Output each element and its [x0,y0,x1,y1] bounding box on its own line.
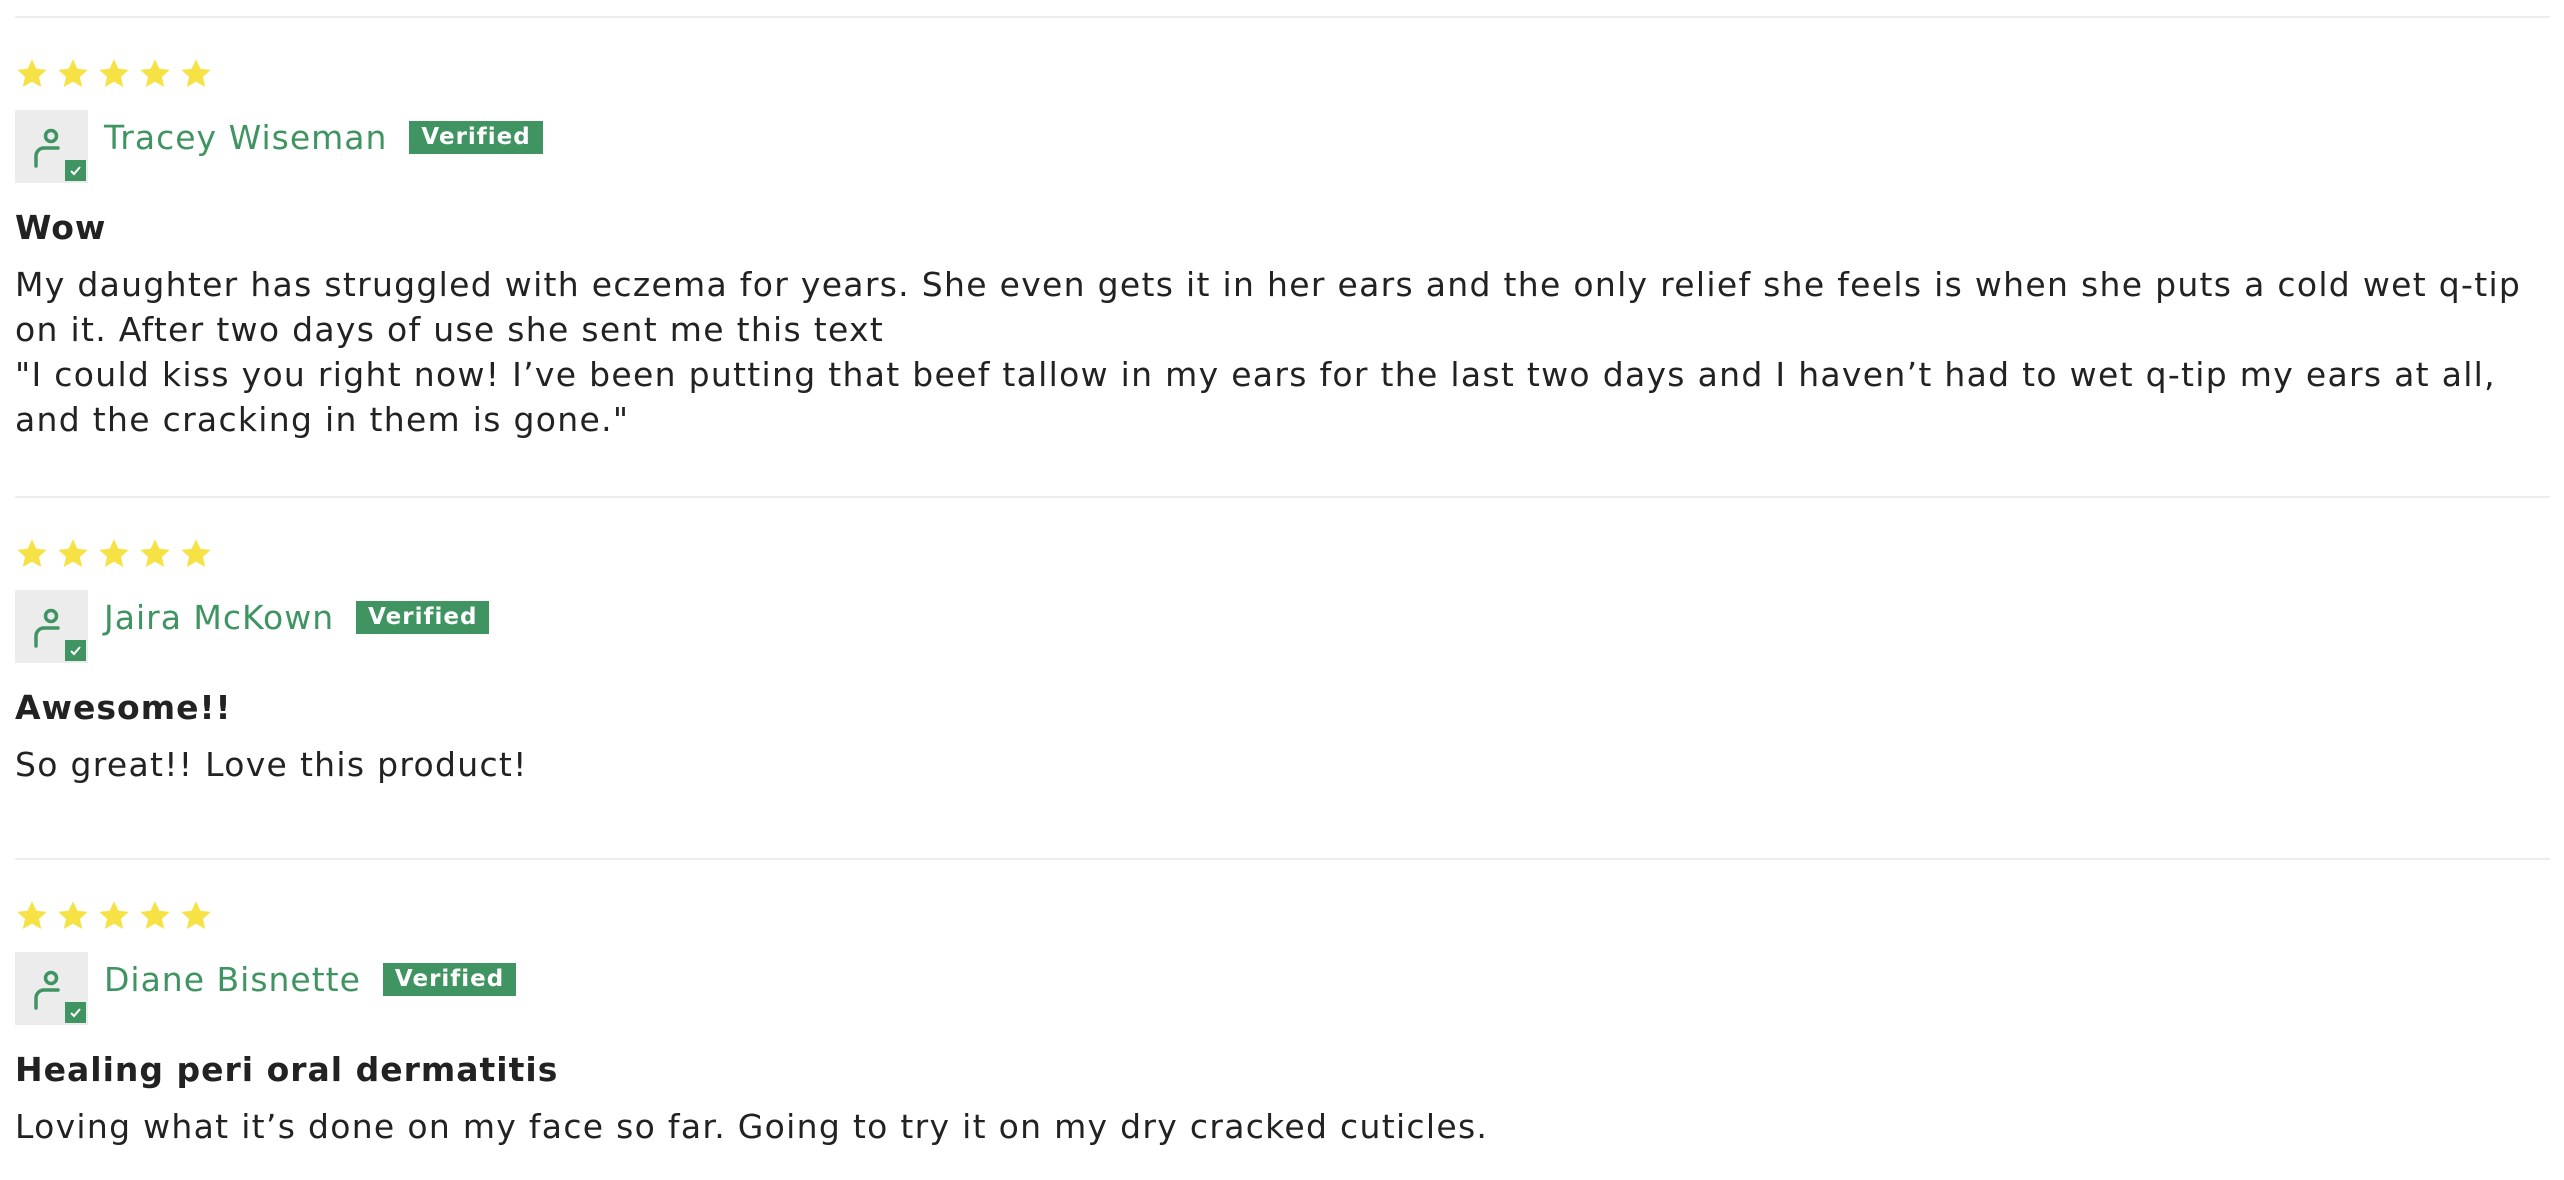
star-icon [58,58,88,87]
review-author-row: Diane Bisnette Verified [15,952,2550,1025]
review-item: Jaira McKown Verified Awesome!! So great… [15,498,2550,858]
verified-badge: Verified [356,601,490,634]
star-icon [140,900,170,929]
star-icon [99,538,129,567]
review-item: Tracey Wiseman Verified Wow My daughter … [15,18,2550,496]
star-icon [17,900,47,929]
star-icon [181,900,211,929]
verified-badge: Verified [409,121,543,154]
star-icon [140,58,170,87]
user-icon [34,608,60,648]
review-author-row: Jaira McKown Verified [15,590,2550,663]
avatar [15,952,88,1025]
star-rating [15,55,2550,92]
review-item: Diane Bisnette Verified Healing peri ora… [15,860,2550,1149]
star-icon [140,538,170,567]
review-author-name: Tracey Wiseman [104,118,388,157]
review-author-name: Jaira McKown [104,598,335,637]
verified-check-icon [65,640,86,661]
star-icon [58,538,88,567]
star-icon [58,900,88,929]
verified-check-icon [65,1002,86,1023]
review-author-row: Tracey Wiseman Verified [15,110,2550,183]
avatar [15,590,88,663]
review-title: Wow [15,208,107,247]
star-icon [99,58,129,87]
verified-badge: Verified [382,963,517,996]
star-icon [181,538,211,567]
star-rating [15,535,2550,572]
avatar [15,110,88,183]
review-body: My daughter has struggled with eczema fo… [15,265,2522,439]
review-title: Healing peri oral dermatitis [15,1050,559,1089]
review-author-name: Diane Bisnette [104,960,361,999]
review-body: Loving what it’s done on my face so far.… [15,1107,1489,1146]
star-icon [17,58,47,87]
star-icon [181,58,211,87]
star-icon [17,538,47,567]
verified-check-icon [65,160,86,181]
star-rating [15,897,2550,934]
star-icon [99,900,129,929]
user-icon [34,128,60,168]
reviews-list: Tracey Wiseman Verified Wow My daughter … [15,0,2550,1149]
user-icon [34,970,60,1010]
review-title: Awesome!! [15,688,232,727]
review-body: So great!! Love this product! [15,745,528,784]
